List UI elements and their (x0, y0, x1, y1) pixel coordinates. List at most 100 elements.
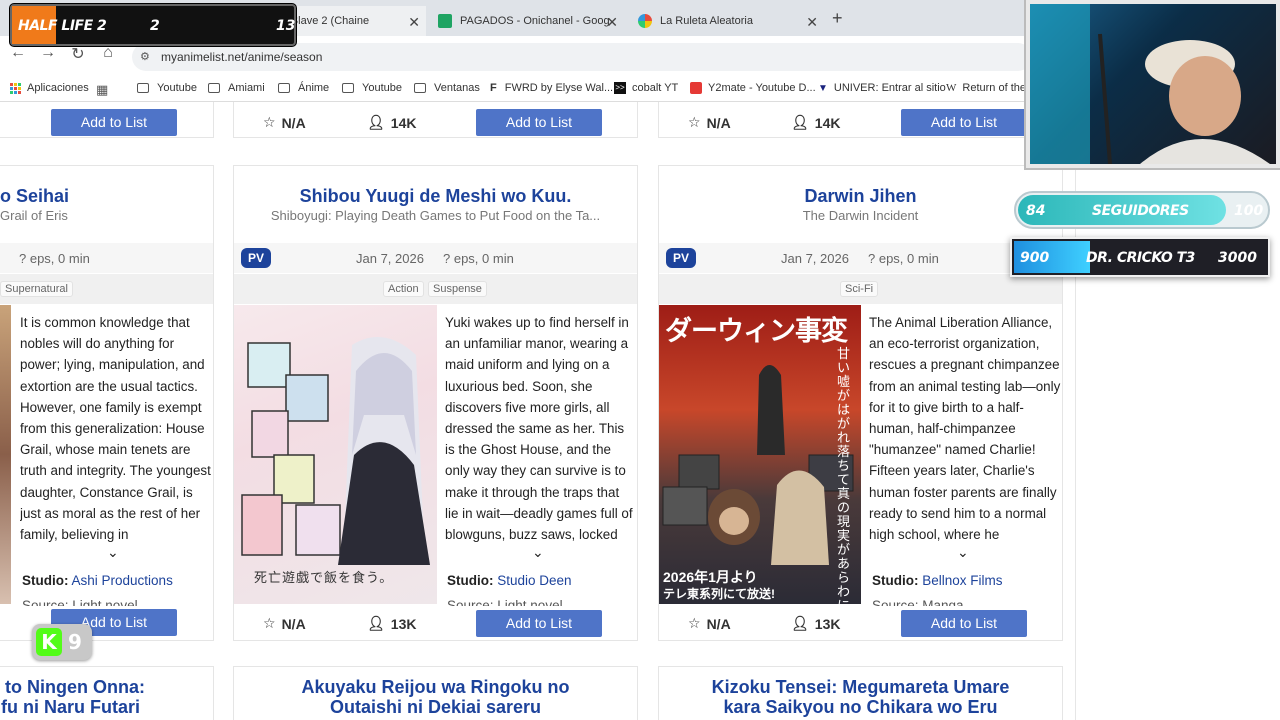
close-tab-icon[interactable]: ✕ (806, 14, 818, 31)
studio-label: Studio: (22, 573, 69, 588)
bookmark-wikipedia[interactable]: W Return of the (946, 82, 1026, 94)
bookmark-univer[interactable]: ▼ UNIVER: Entrar al sitio (818, 82, 946, 94)
add-to-list-button[interactable]: Add to List (476, 610, 602, 637)
anime-title[interactable]: Shibou Yuugi de Meshi wo Kuu. (234, 186, 637, 207)
add-to-list-button[interactable]: Add to List (901, 610, 1027, 637)
anime-poster[interactable] (0, 305, 11, 604)
bookmark-amiami[interactable]: Amiami (208, 82, 265, 94)
fwrd-icon: F (490, 82, 497, 94)
followers-label: SEGUIDORES (1092, 203, 1189, 219)
episodes-info: ? eps, 0 min (19, 251, 90, 266)
apps-grid-icon (10, 82, 21, 94)
bookmark-ventanas[interactable]: Ventanas (414, 82, 480, 94)
grid-icon: ▦ (96, 82, 109, 97)
star-icon: ☆ (688, 615, 701, 631)
tab-pagados[interactable]: PAGADOS - Onichanel - Google ✕ (428, 6, 624, 36)
bookmark-label: FWRD by Elyse Wal... (504, 82, 614, 94)
score-value: N/A (281, 114, 306, 131)
roulette-icon (638, 14, 652, 28)
anime-title[interactable]: Kizoku Tensei: Megumareta Umare (659, 677, 1062, 698)
bookmark-apps[interactable]: Aplicaciones (10, 82, 89, 94)
game-counter-b: 13 (276, 18, 296, 34)
bookmark-y2mate[interactable]: Y2mate - Youtube D... (690, 82, 816, 94)
studio-link[interactable]: Ashi Productions (72, 573, 173, 588)
anime-title-line2[interactable]: fu ni Naru Futari (0, 697, 140, 718)
tab-ruleta[interactable]: La Ruleta Aleatoria ✕ (628, 6, 824, 36)
info-bar (659, 243, 1062, 273)
source-info: Source: Light novel (447, 598, 563, 606)
univer-icon: ▼ (818, 82, 828, 94)
chevron-down-icon[interactable]: ⌄ (107, 544, 119, 561)
goal-target: 3000 (1218, 250, 1257, 266)
close-tab-icon[interactable]: ✕ (408, 14, 420, 31)
info-bar (234, 243, 637, 273)
webcam-figure (1030, 4, 1270, 165)
members: 👤︎ 13K (791, 615, 840, 632)
source-info: Source: Light novel (22, 598, 138, 606)
wikipedia-icon: W (946, 82, 957, 94)
genre-tag[interactable]: Supernatural (0, 281, 73, 297)
chevron-down-icon[interactable]: ⌄ (532, 544, 544, 561)
forward-icon[interactable]: → (38, 44, 58, 62)
studio-label: Studio: (447, 573, 494, 588)
add-to-list-button[interactable]: Add to List (476, 109, 602, 136)
synopsis: It is common knowledge that nobles will … (20, 315, 211, 543)
anime-title[interactable]: Akuyaku Reijou wa Ringoku no (234, 677, 637, 698)
genre-tag[interactable]: Action (383, 281, 424, 297)
members-value: 14K (814, 114, 841, 131)
pv-badge[interactable]: PV (241, 248, 271, 268)
home-icon[interactable]: ⌂ (98, 44, 118, 62)
site-settings-icon[interactable]: ⚙ (140, 50, 150, 63)
score-value: N/A (706, 615, 731, 632)
bookmark-grid[interactable]: ▦ (96, 82, 108, 98)
poster-title: ダーウィン事変 (665, 316, 848, 346)
bookmark-fwrd[interactable]: F FWRD by Elyse Wal... (490, 82, 613, 94)
anime-poster[interactable]: 死亡遊戯で飯を食う。 (234, 305, 437, 604)
followers-goal: 100 (1234, 203, 1264, 219)
pv-badge[interactable]: PV (666, 248, 696, 268)
goal-label: DR. CRICKO T3 (1086, 250, 1195, 266)
chevron-down-icon[interactable]: ⌄ (957, 544, 969, 561)
bookmark-label: Return of the (962, 82, 1026, 94)
air-date: Jan 7, 2026 (781, 251, 849, 266)
anime-title-line2[interactable]: Outaishi ni Dekiai sareru (234, 697, 637, 718)
poster-art (241, 337, 430, 565)
bookmark-label: Aplicaciones (27, 82, 89, 94)
score: ☆ N/A (263, 615, 306, 632)
poster-broadcast: テレ東系列にて放送! (663, 587, 775, 601)
bookmark-youtube-1[interactable]: Youtube (137, 82, 197, 94)
reload-icon[interactable]: ↻ (68, 44, 88, 64)
bookmark-cobalt[interactable]: >> cobalt YT (614, 82, 678, 94)
bookmark-youtube-2[interactable]: Youtube (342, 82, 402, 94)
studio-info: Studio: Ashi Productions (22, 573, 173, 588)
studio-label: Studio: (872, 573, 919, 588)
score: ☆ N/A (263, 114, 306, 131)
studio-info: Studio: Studio Deen (447, 573, 572, 588)
anime-title[interactable]: to Ningen Onna: (0, 677, 145, 698)
folder-icon (414, 83, 426, 93)
genre-tag[interactable]: Sci-Fi (840, 281, 879, 297)
members-value: 13K (814, 615, 841, 632)
folder-icon (278, 83, 290, 93)
add-to-list-button[interactable]: Add to List (51, 109, 177, 136)
studio-link[interactable]: Studio Deen (497, 573, 571, 588)
folder-icon (342, 83, 354, 93)
close-tab-icon[interactable]: ✕ (606, 14, 618, 31)
bookmark-anime[interactable]: Ánime (278, 82, 329, 94)
synopsis: The Animal Liberation Alliance, an eco-t… (869, 315, 1061, 543)
new-tab-button[interactable]: + (832, 8, 843, 29)
back-icon[interactable]: ← (8, 44, 28, 62)
url-text[interactable]: myanimelist.net/anime/season (161, 50, 322, 64)
followers-goal-bar: 84 SEGUIDORES 100 (1014, 191, 1270, 229)
anime-title[interactable]: Darwin Jihen (659, 186, 1062, 207)
game-counter-a: 2 (150, 18, 160, 34)
bookmark-label: Amiami (228, 82, 265, 94)
score: ☆ N/A (688, 114, 731, 131)
studio-link[interactable]: Bellnox Films (922, 573, 1002, 588)
anime-title[interactable]: o Seihai (0, 186, 69, 207)
add-to-list-button[interactable]: Add to List (901, 109, 1027, 136)
anime-title-line2[interactable]: kara Saikyou no Chikara wo Eru (659, 697, 1062, 718)
anime-poster[interactable]: ダーウィン事変 甘い嘘がはがれ落ちて真の現実があらわになる 2026年1月より … (659, 305, 861, 604)
cobalt-icon: >> (614, 82, 626, 94)
genre-tag[interactable]: Suspense (428, 281, 487, 297)
